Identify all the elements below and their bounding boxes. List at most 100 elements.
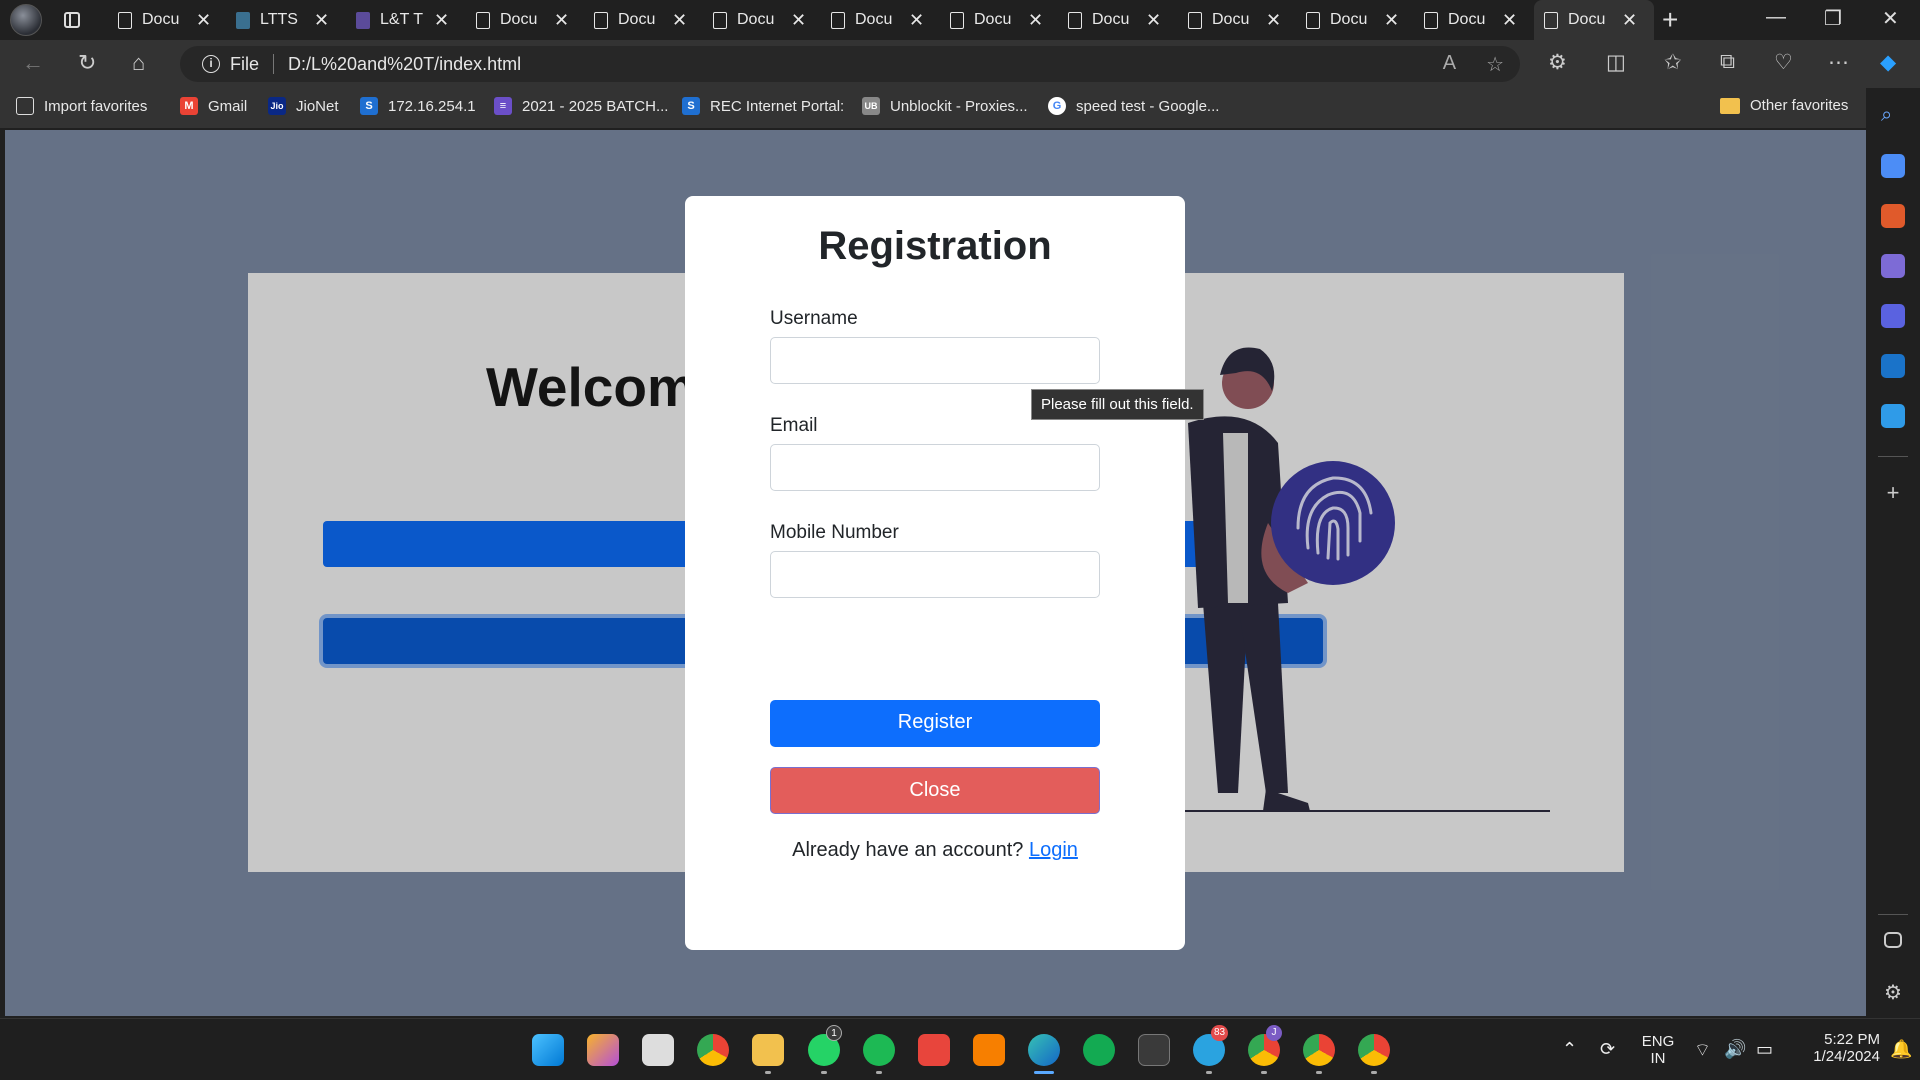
wifi-icon[interactable]: ⌔	[1694, 1039, 1711, 1062]
region-text: IN	[1650, 1050, 1666, 1067]
refresh-icon[interactable]: ↻	[78, 50, 96, 76]
search-icon[interactable]: ⌕	[1881, 104, 1905, 128]
running-indicator	[1371, 1071, 1377, 1074]
login-link[interactable]: Login	[1029, 839, 1078, 861]
jio-icon: Jio	[268, 97, 286, 115]
chevron-up-icon[interactable]: ⌃	[1562, 1039, 1577, 1060]
profile-avatar[interactable]	[10, 4, 42, 36]
tab-12[interactable]: Docu ✕	[1414, 0, 1527, 40]
email-input[interactable]	[770, 444, 1100, 491]
tab-8[interactable]: Docu ✕	[940, 0, 1053, 40]
tools-icon[interactable]	[1881, 204, 1905, 228]
copilot-icon[interactable]: ◆	[1880, 50, 1896, 75]
chrome-profile-3-icon[interactable]	[1358, 1034, 1390, 1066]
task-view-icon[interactable]	[642, 1034, 674, 1066]
favorite-jionet[interactable]: Jio JioNet	[268, 97, 339, 115]
favorite-batch[interactable]: ≡ 2021 - 2025 BATCH...	[494, 97, 668, 115]
close-tab-icon[interactable]: ✕	[1146, 10, 1161, 31]
language-indicator[interactable]: ENG IN	[1640, 1033, 1676, 1067]
notification-bell-icon[interactable]: 🔔	[1890, 1039, 1912, 1060]
tab-actions-icon[interactable]	[62, 10, 82, 30]
info-icon[interactable]: i	[202, 55, 220, 73]
favorite-rec-portal[interactable]: S REC Internet Portal:	[682, 97, 844, 115]
mobile-input[interactable]	[770, 551, 1100, 598]
running-indicator	[1261, 1071, 1267, 1074]
home-icon[interactable]: ⌂	[132, 50, 145, 76]
volume-icon[interactable]: 🔊	[1724, 1039, 1746, 1060]
games-icon[interactable]	[1881, 254, 1905, 278]
settings-icon[interactable]: ⚙	[1881, 980, 1905, 1004]
close-tab-icon[interactable]: ✕	[672, 10, 687, 31]
tab-2[interactable]: LTTS ✕	[226, 0, 339, 40]
tab-4[interactable]: Docu ✕	[466, 0, 579, 40]
close-tab-icon[interactable]: ✕	[1384, 10, 1399, 31]
close-tab-icon[interactable]: ✕	[1622, 10, 1637, 31]
read-aloud-icon[interactable]: A	[1443, 52, 1456, 77]
edge-icon[interactable]	[1028, 1034, 1060, 1066]
extensions-icon[interactable]: ⚙	[1548, 50, 1567, 75]
favorites-icon[interactable]: ✩	[1664, 50, 1682, 75]
tab-10[interactable]: Docu ✕	[1178, 0, 1291, 40]
shopping-icon[interactable]	[1881, 154, 1905, 178]
collections-icon[interactable]: ⧉	[1720, 50, 1735, 74]
browser-essentials-icon[interactable]: ♡	[1774, 50, 1793, 75]
close-tab-icon[interactable]: ✕	[1266, 10, 1281, 31]
favorite-import[interactable]: Import favorites	[16, 97, 147, 115]
favorite-gmail[interactable]: M Gmail	[180, 97, 247, 115]
microsoft365-icon[interactable]	[1881, 304, 1905, 328]
chrome-profile-badge: J	[1266, 1025, 1282, 1041]
drop-icon[interactable]	[1881, 404, 1905, 428]
close-tab-icon[interactable]: ✕	[1502, 10, 1517, 31]
favorite-star-icon[interactable]: ☆	[1486, 52, 1504, 77]
chrome-icon[interactable]	[697, 1034, 729, 1066]
sync-icon[interactable]: ⟳	[1600, 1039, 1615, 1060]
username-input[interactable]	[770, 337, 1100, 384]
close-tab-icon[interactable]: ✕	[434, 10, 449, 31]
tab-5[interactable]: Docu ✕	[584, 0, 697, 40]
anydesk-icon[interactable]	[918, 1034, 950, 1066]
other-favorites[interactable]: Other favorites	[1720, 97, 1848, 114]
modal-register-button[interactable]: Register	[770, 700, 1100, 747]
tab-7[interactable]: Docu ✕	[821, 0, 934, 40]
add-icon[interactable]: +	[1881, 480, 1905, 505]
hide-sidebar-icon[interactable]	[1884, 932, 1902, 948]
mongodb-icon[interactable]	[1083, 1034, 1115, 1066]
more-menu-icon[interactable]: ⋯	[1828, 50, 1849, 75]
split-screen-icon[interactable]: ◫	[1606, 50, 1626, 75]
outlook-icon[interactable]	[1881, 354, 1905, 378]
favorite-ip[interactable]: S 172.16.254.1	[360, 97, 476, 115]
close-tab-icon[interactable]: ✕	[791, 10, 806, 31]
close-tab-icon[interactable]: ✕	[554, 10, 569, 31]
tab-11[interactable]: Docu ✕	[1296, 0, 1409, 40]
tab-3[interactable]: L&T T ✕	[346, 0, 459, 40]
file-explorer-icon[interactable]	[752, 1034, 784, 1066]
xampp-icon[interactable]	[973, 1034, 1005, 1066]
tab-13-active[interactable]: Docu ✕	[1534, 0, 1654, 40]
close-tab-icon[interactable]: ✕	[196, 10, 211, 31]
running-indicator	[876, 1071, 882, 1074]
tab-1[interactable]: Docu ✕	[108, 0, 221, 40]
favorite-speedtest[interactable]: G speed test - Google...	[1048, 97, 1219, 115]
close-window-icon[interactable]: ✕	[1882, 6, 1899, 31]
tab-6[interactable]: Docu ✕	[703, 0, 816, 40]
address-bar[interactable]: i File D:/L%20and%20T/index.html A ☆	[180, 46, 1520, 82]
restore-icon[interactable]: ❐	[1824, 6, 1842, 31]
battery-icon[interactable]: ▭	[1756, 1039, 1773, 1060]
start-icon[interactable]	[532, 1034, 564, 1066]
s-icon: S	[360, 97, 378, 115]
favorite-unblockit[interactable]: UB Unblockit - Proxies...	[862, 97, 1028, 115]
terminal-icon[interactable]	[1138, 1034, 1170, 1066]
close-tab-icon[interactable]: ✕	[1028, 10, 1043, 31]
chrome-profile-2-icon[interactable]	[1303, 1034, 1335, 1066]
minimize-icon[interactable]: —	[1766, 6, 1786, 29]
close-tab-icon[interactable]: ✕	[909, 10, 924, 31]
tab-9[interactable]: Docu ✕	[1058, 0, 1171, 40]
new-tab-icon[interactable]: +	[1662, 4, 1678, 36]
close-tab-icon[interactable]: ✕	[314, 10, 329, 31]
spotify-icon[interactable]	[863, 1034, 895, 1066]
modal-close-button[interactable]: Close	[770, 767, 1100, 814]
copilot-pre-icon[interactable]	[587, 1034, 619, 1066]
clock[interactable]: 5:22 PM 1/24/2024	[1790, 1031, 1880, 1065]
back-icon[interactable]: ←	[22, 50, 44, 76]
url-text[interactable]: D:/L%20and%20T/index.html	[288, 54, 521, 75]
